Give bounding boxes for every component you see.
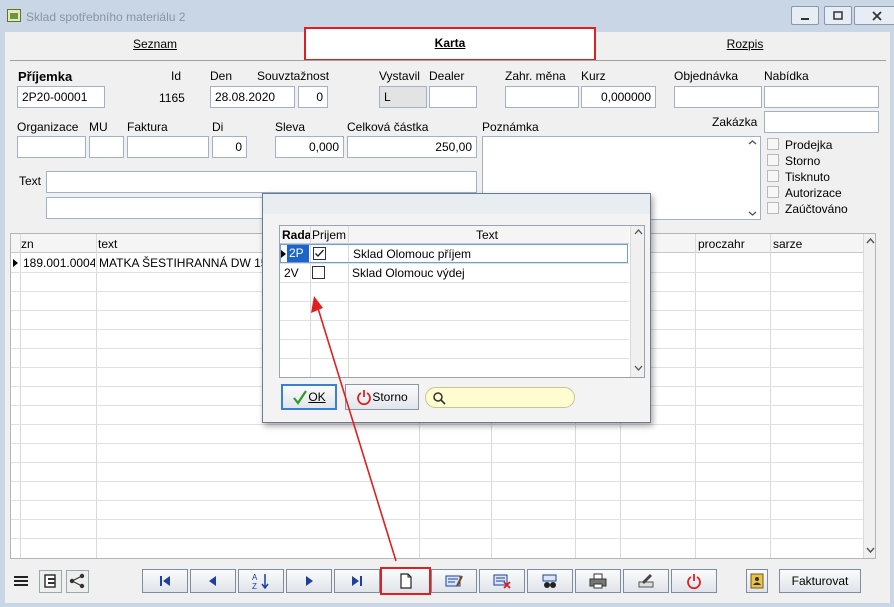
annotation-arrow <box>311 296 397 562</box>
